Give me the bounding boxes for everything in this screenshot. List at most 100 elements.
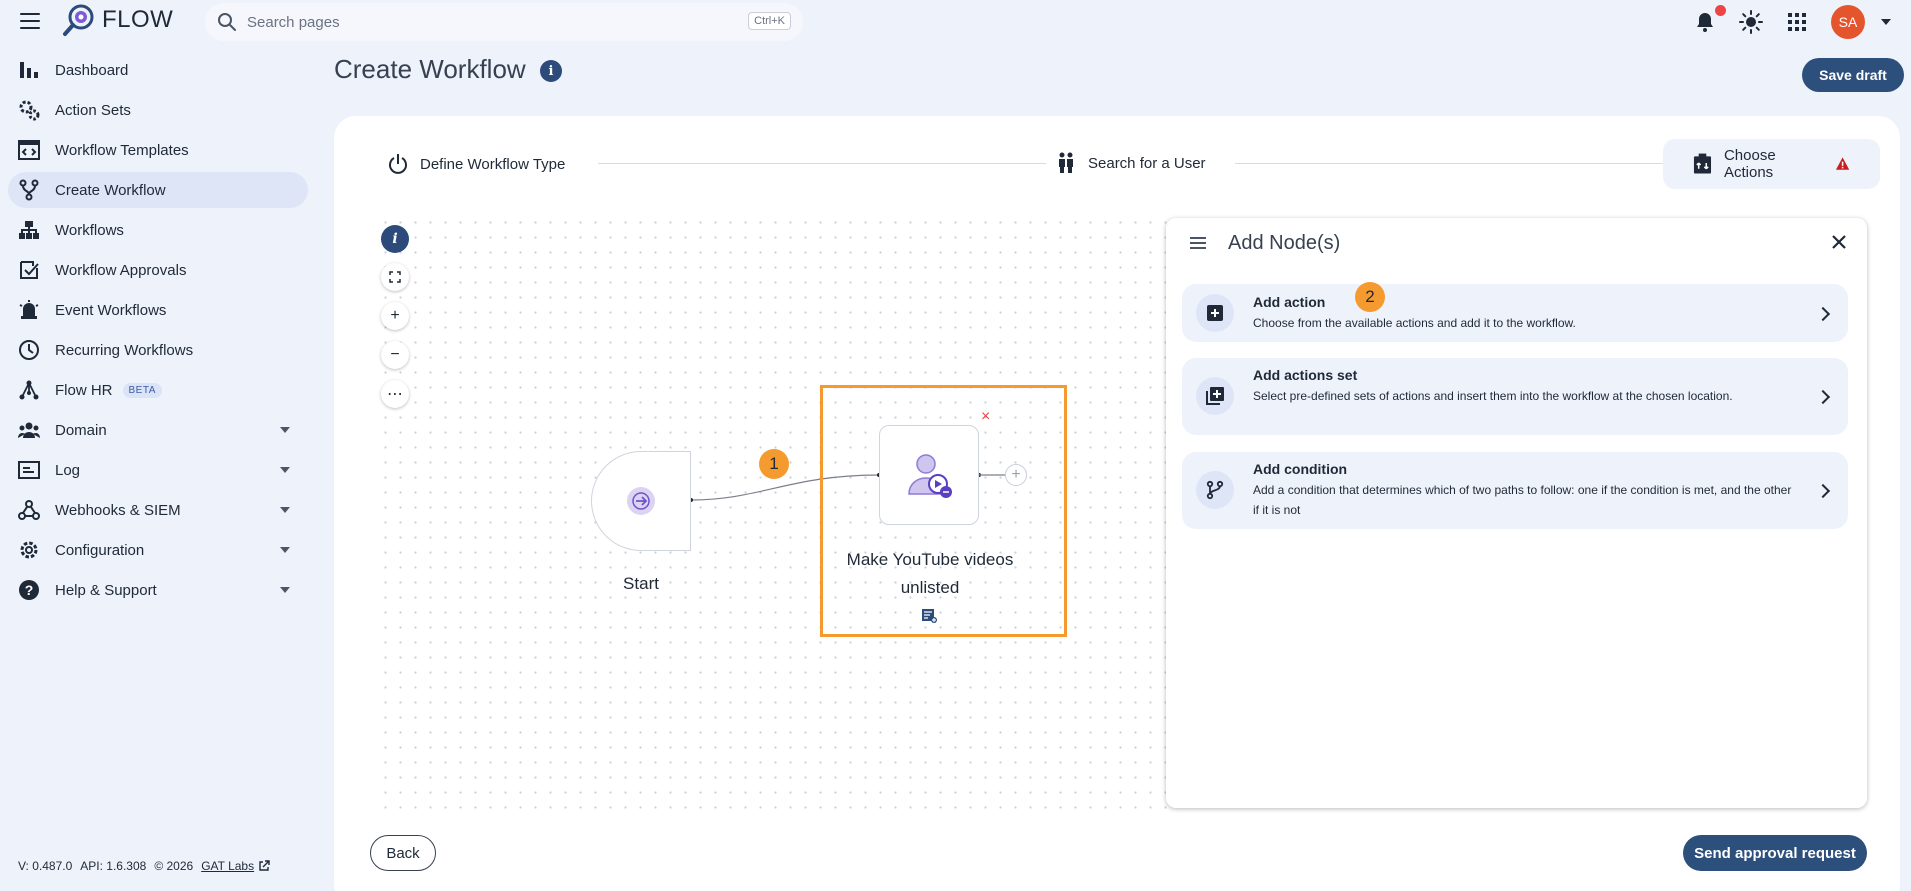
sidebar-item-label: Workflow Approvals — [55, 261, 187, 279]
option-description: Select pre-defined sets of actions and i… — [1253, 389, 1733, 403]
sidebar-item-label: Configuration — [55, 541, 145, 559]
page-title: Create Workflow — [334, 54, 526, 84]
clock-icon — [18, 339, 40, 361]
panel-menu-icon[interactable] — [1190, 237, 1206, 250]
sun-icon — [1739, 10, 1763, 34]
sidebar: Dashboard Action Sets Workflow Templates… — [8, 52, 308, 612]
sidebar-item-recurring-workflows[interactable]: Recurring Workflows — [8, 332, 308, 368]
more-options-button[interactable]: ⋯ — [381, 380, 409, 408]
actions-icon — [1693, 153, 1712, 174]
power-icon — [389, 154, 407, 174]
version-info: V: 0.487.0 API: 1.6.308 © 2026 GAT Labs — [18, 859, 270, 873]
chevron-down-icon — [280, 507, 290, 513]
step-choose-actions[interactable]: Choose Actions — [1663, 139, 1880, 189]
gat-labs-link[interactable]: GAT Labs — [201, 859, 254, 873]
sidebar-item-log[interactable]: Log — [8, 452, 308, 488]
step-label: Choose Actions — [1723, 147, 1776, 181]
sidebar-item-configuration[interactable]: Configuration — [8, 532, 308, 568]
add-action-option[interactable]: Add action Choose from the available act… — [1182, 284, 1848, 342]
canvas-info-button[interactable]: i — [381, 225, 409, 253]
notifications-button[interactable] — [1693, 5, 1726, 34]
chevron-right-icon — [1815, 306, 1831, 322]
template-icon — [18, 139, 40, 161]
zoom-out-button[interactable]: − — [381, 341, 409, 369]
hierarchy-icon — [18, 219, 40, 241]
sidebar-item-event-workflows[interactable]: Event Workflows — [8, 292, 308, 328]
add-actions-set-option[interactable]: Add actions set Select pre-defined sets … — [1182, 358, 1848, 435]
sidebar-item-workflow-templates[interactable]: Workflow Templates — [8, 132, 308, 168]
people-icon — [18, 419, 40, 441]
add-node-plus-icon[interactable]: + — [1005, 464, 1027, 486]
action-node-label: Make YouTube videos unlisted — [846, 550, 1014, 597]
user-avatar[interactable]: SA — [1831, 5, 1865, 39]
webhook-icon — [18, 499, 40, 521]
sidebar-item-domain[interactable]: Domain — [8, 412, 308, 448]
start-node-label: Start — [623, 574, 659, 593]
sidebar-item-help-support[interactable]: ? Help & Support — [8, 572, 308, 608]
help-icon: ? — [18, 579, 40, 601]
log-icon — [18, 459, 40, 481]
close-icon[interactable] — [1827, 230, 1851, 254]
sidebar-item-workflow-approvals[interactable]: Workflow Approvals — [8, 252, 308, 288]
bell-icon — [1697, 13, 1713, 32]
arrow-right-icon — [627, 487, 655, 515]
sidebar-item-workflows[interactable]: Workflows — [8, 212, 308, 248]
bar-chart-icon — [18, 59, 40, 81]
option-description: Add a condition that determines which of… — [1253, 483, 1792, 517]
search-bar[interactable]: Ctrl+K — [205, 3, 803, 41]
fullscreen-icon — [389, 271, 401, 283]
app-logo[interactable]: FLOW — [62, 3, 173, 37]
sidebar-item-label: Action Sets — [55, 101, 131, 119]
note-add-icon[interactable] — [921, 607, 937, 623]
action-node[interactable] — [879, 425, 979, 525]
sidebar-item-label: Webhooks & SIEM — [55, 501, 181, 519]
sidebar-item-create-workflow[interactable]: Create Workflow — [8, 172, 308, 208]
send-approval-request-button[interactable]: Send approval request — [1683, 835, 1867, 871]
page-info-icon[interactable]: i — [540, 60, 562, 82]
gears-icon — [18, 99, 40, 121]
gear-icon — [18, 539, 40, 561]
sidebar-item-label: Create Workflow — [55, 181, 166, 199]
apps-button[interactable] — [1785, 10, 1809, 34]
option-title: Add actions set — [1253, 367, 1358, 383]
apps-grid-icon — [1788, 13, 1806, 31]
save-draft-button[interactable]: Save draft — [1802, 58, 1904, 92]
chevron-down-icon — [280, 427, 290, 433]
option-title: Add condition — [1253, 461, 1348, 477]
add-box-icon — [1196, 294, 1234, 332]
step-define-workflow-type[interactable]: Define Workflow Type — [388, 152, 565, 176]
sidebar-item-action-sets[interactable]: Action Sets — [8, 92, 308, 128]
sidebar-item-webhooks-siem[interactable]: Webhooks & SIEM — [8, 492, 308, 528]
panel-header: Add Node(s) — [1166, 218, 1867, 268]
sidebar-item-flow-hr[interactable]: Flow HR BETA — [8, 372, 308, 408]
notification-dot — [1715, 5, 1726, 16]
warning-icon — [1835, 157, 1850, 170]
search-icon — [218, 13, 236, 31]
user-video-icon — [908, 454, 952, 498]
external-link-icon — [259, 860, 270, 871]
chevron-right-icon — [1815, 389, 1831, 405]
step-badge-1: 1 — [759, 449, 789, 479]
sidebar-item-label: Domain — [55, 421, 107, 439]
delete-node-close-icon[interactable]: × — [981, 408, 990, 426]
step-search-for-user[interactable]: Search for a User — [1056, 152, 1206, 174]
sidebar-item-label: Dashboard — [55, 61, 129, 79]
search-shortcut: Ctrl+K — [748, 12, 791, 30]
fit-view-button[interactable] — [381, 263, 409, 291]
add-condition-option[interactable]: Add condition Add a condition that deter… — [1182, 452, 1848, 529]
hamburger-menu-icon[interactable] — [20, 13, 40, 29]
theme-toggle-button[interactable] — [1739, 10, 1763, 34]
users-icon — [1059, 152, 1073, 173]
zoom-in-button[interactable]: + — [381, 302, 409, 330]
stepper-connector — [598, 163, 1046, 164]
top-bar: FLOW Ctrl+K — [0, 0, 1911, 44]
search-input[interactable] — [247, 13, 717, 31]
start-node[interactable] — [591, 451, 691, 551]
app-version: V: 0.487.0 — [18, 859, 73, 873]
sidebar-item-label: Log — [55, 461, 81, 479]
back-button[interactable]: Back — [370, 835, 436, 871]
sidebar-item-dashboard[interactable]: Dashboard — [8, 52, 308, 88]
sidebar-item-label: Workflows — [55, 221, 124, 239]
account-menu-chevron-down-icon[interactable] — [1881, 19, 1891, 25]
add-node-panel: Add Node(s) Add action Choose from the a… — [1166, 218, 1867, 808]
